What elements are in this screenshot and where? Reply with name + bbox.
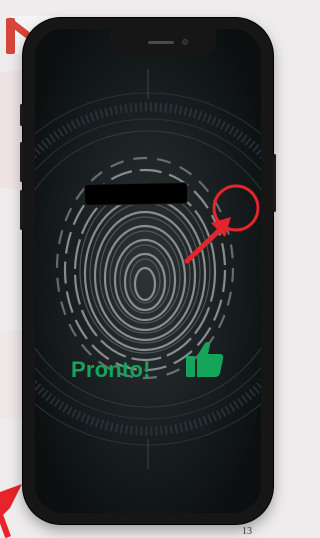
redacted-text-bar (84, 183, 188, 205)
speaker (148, 41, 174, 44)
volume-up-button (20, 142, 23, 182)
status-label: Pronto! (71, 357, 151, 382)
silent-switch (20, 104, 23, 126)
front-camera (182, 39, 188, 45)
notch (110, 29, 216, 57)
fingerprint-scan-graphic (35, 29, 261, 513)
phone-frame: Pronto! (20, 18, 276, 524)
volume-down-button (20, 190, 23, 230)
thumbs-up-icon (186, 341, 224, 377)
power-button (273, 154, 276, 212)
page-number: 13 (242, 526, 252, 537)
phone-screen: Pronto! (35, 29, 261, 513)
